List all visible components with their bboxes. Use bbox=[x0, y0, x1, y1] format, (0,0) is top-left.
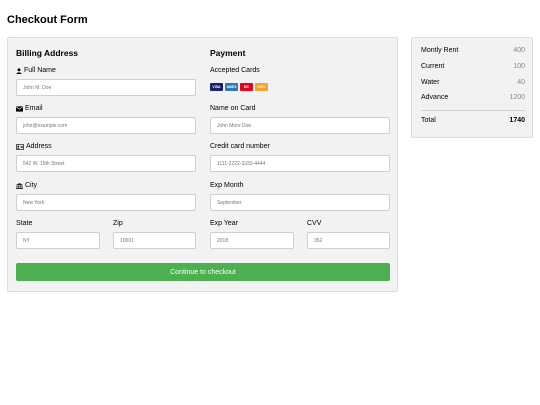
summary-row-value: 1200 bbox=[509, 94, 525, 101]
summary-row-label: Current bbox=[421, 63, 445, 70]
summary-row: Montly Rent 400 bbox=[421, 47, 525, 54]
cvv-input[interactable] bbox=[307, 232, 390, 249]
city-label-text: City bbox=[25, 182, 38, 189]
exp-year-label-text: Exp Year bbox=[210, 220, 239, 227]
exp-year-label: Exp Year bbox=[210, 220, 238, 227]
billing-heading: Billing Address bbox=[16, 48, 79, 58]
accepted-cards-icons: VISA AMEX MC DISC bbox=[210, 83, 268, 91]
payment-heading: Payment bbox=[210, 48, 246, 58]
mastercard-icon: MC bbox=[240, 83, 253, 91]
checkout-form: Billing Address Full Name Email Address … bbox=[7, 37, 398, 292]
accepted-cards-label: Accepted Cards bbox=[210, 67, 260, 74]
summary-row-value: 100 bbox=[513, 63, 525, 70]
amex-icon: AMEX bbox=[225, 83, 238, 91]
exp-year-input[interactable] bbox=[210, 232, 294, 249]
full-name-label: Full Name bbox=[16, 67, 56, 74]
name-on-card-label: Name on Card bbox=[210, 105, 256, 112]
cart-summary: Montly Rent 400 Current 100 Water 40 Adv… bbox=[411, 37, 533, 138]
state-input[interactable] bbox=[16, 232, 100, 249]
state-label: State bbox=[16, 220, 32, 227]
name-on-card-input[interactable] bbox=[210, 117, 390, 134]
zip-label: Zip bbox=[113, 220, 123, 227]
card-number-label: Credit card number bbox=[210, 143, 270, 150]
address-card-icon bbox=[16, 143, 24, 150]
email-label: Email bbox=[16, 105, 43, 112]
summary-row-label: Advance bbox=[421, 94, 449, 101]
state-label-text: State bbox=[16, 220, 33, 227]
zip-input[interactable] bbox=[113, 232, 196, 249]
user-icon bbox=[16, 67, 22, 74]
continue-to-checkout-button[interactable]: Continue to checkout bbox=[16, 263, 390, 281]
email-input[interactable] bbox=[16, 117, 196, 134]
summary-divider bbox=[421, 110, 525, 111]
city-label: City bbox=[16, 182, 37, 189]
summary-row: Advance 1200 bbox=[421, 94, 525, 101]
institution-icon bbox=[16, 182, 23, 189]
zip-label-text: Zip bbox=[113, 220, 123, 227]
summary-total-row: Total 1740 bbox=[421, 117, 525, 124]
accepted-cards-label-text: Accepted Cards bbox=[210, 67, 260, 74]
page-title: Checkout Form bbox=[7, 14, 88, 26]
full-name-label-text: Full Name bbox=[24, 67, 56, 74]
cvv-label-text: CVV bbox=[307, 220, 322, 227]
summary-row-value: 40 bbox=[517, 79, 525, 86]
summary-row-label: Water bbox=[421, 79, 440, 86]
address-label-text: Address bbox=[26, 143, 52, 150]
card-number-label-text: Credit card number bbox=[210, 143, 270, 150]
cvv-label: CVV bbox=[307, 220, 321, 227]
summary-row-label: Montly Rent bbox=[421, 47, 459, 54]
exp-month-input[interactable] bbox=[210, 194, 390, 211]
full-name-input[interactable] bbox=[16, 79, 196, 96]
summary-row-value: 400 bbox=[513, 47, 525, 54]
exp-month-label-text: Exp Month bbox=[210, 182, 244, 189]
summary-total-value: 1740 bbox=[509, 117, 525, 124]
summary-row: Water 40 bbox=[421, 79, 525, 86]
address-label: Address bbox=[16, 143, 52, 150]
address-input[interactable] bbox=[16, 155, 196, 172]
city-input[interactable] bbox=[16, 194, 196, 211]
envelope-icon bbox=[16, 105, 23, 112]
discover-icon: DISC bbox=[255, 83, 268, 91]
visa-icon: VISA bbox=[210, 83, 223, 91]
summary-row: Current 100 bbox=[421, 63, 525, 70]
card-number-input[interactable] bbox=[210, 155, 390, 172]
email-label-text: Email bbox=[25, 105, 43, 112]
summary-total-label: Total bbox=[421, 117, 436, 124]
exp-month-label: Exp Month bbox=[210, 182, 243, 189]
name-on-card-label-text: Name on Card bbox=[210, 105, 256, 112]
